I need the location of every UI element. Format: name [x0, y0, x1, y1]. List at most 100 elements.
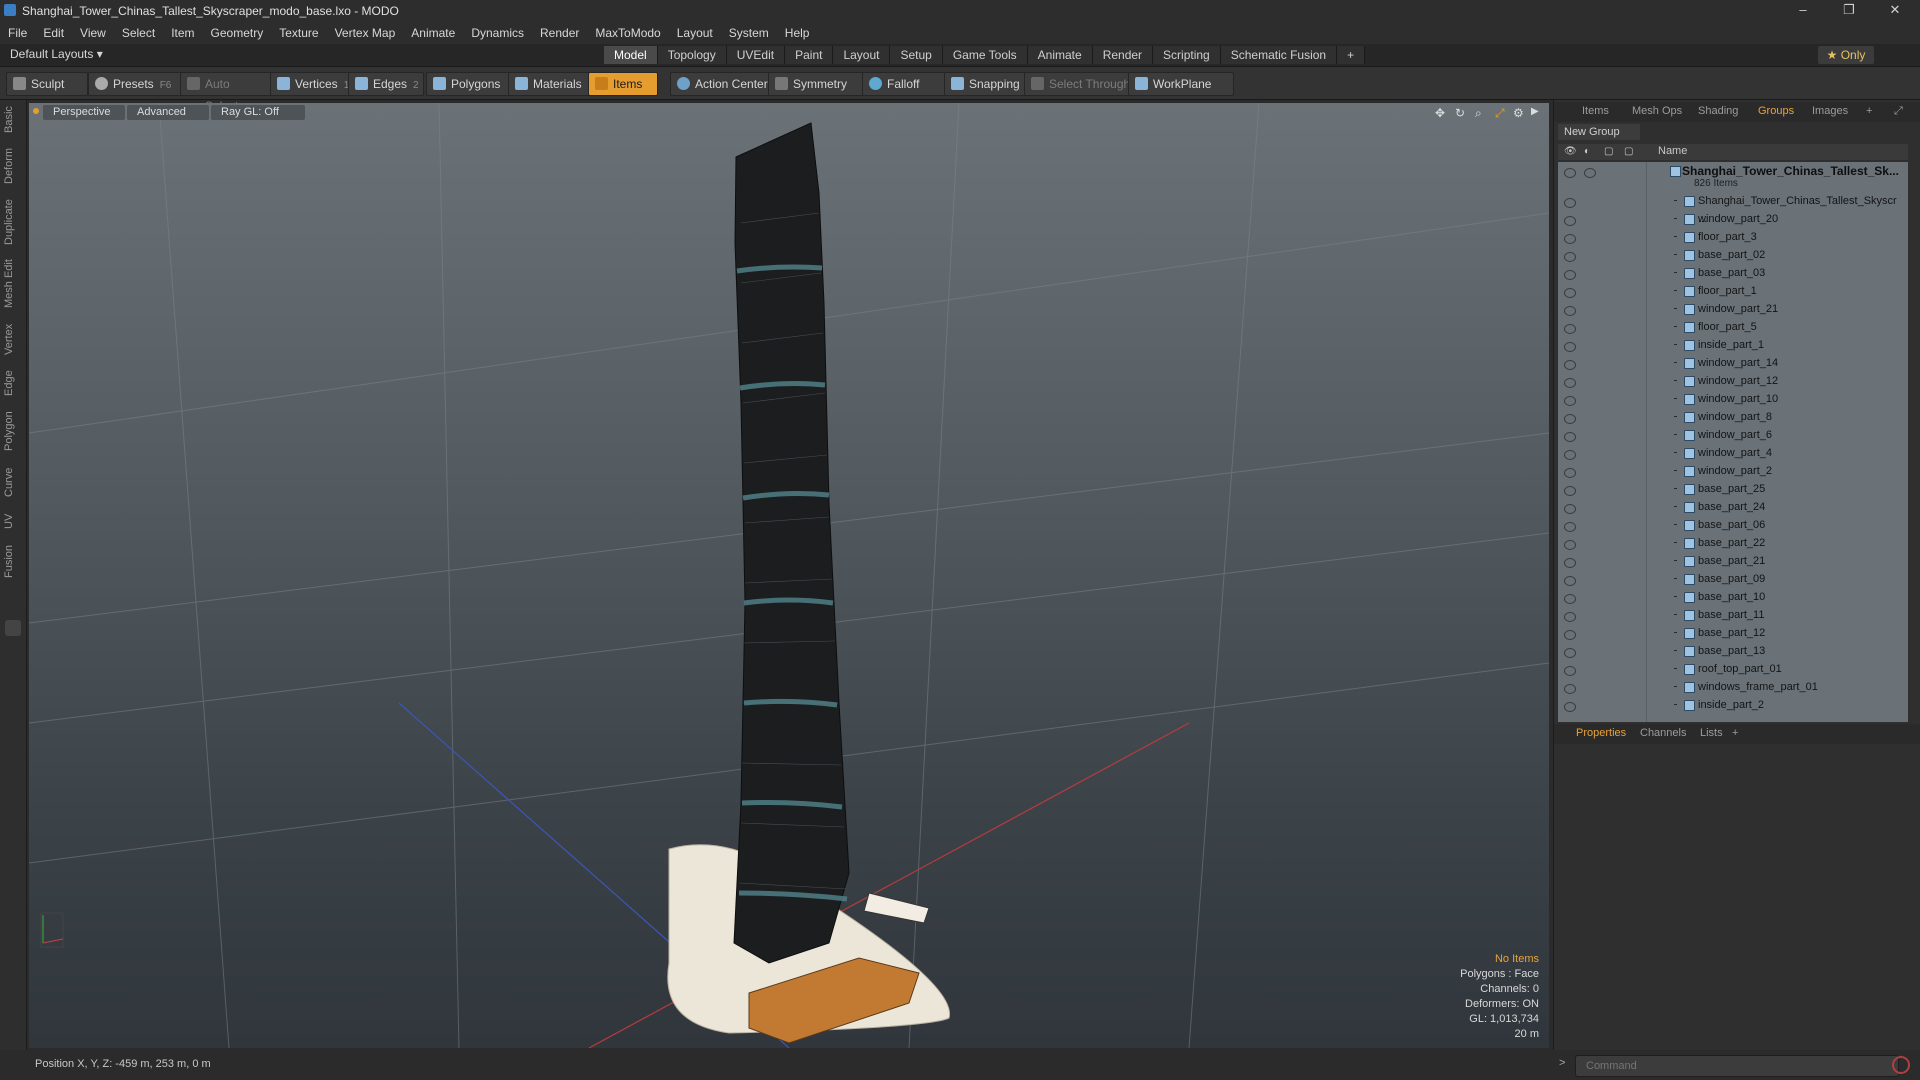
menu-texture[interactable]: Texture: [271, 22, 326, 44]
list-item[interactable]: floor_part_3: [1558, 228, 1908, 246]
restore-button[interactable]: ❐: [1826, 0, 1872, 22]
list-item[interactable]: window_part_10: [1558, 390, 1908, 408]
eye-icon[interactable]: [1564, 288, 1576, 298]
shading-dropdown[interactable]: Advanced: [127, 105, 209, 120]
tab-deform[interactable]: Deform: [3, 144, 23, 188]
eye-icon[interactable]: [1564, 414, 1576, 424]
close-button[interactable]: ✕: [1872, 0, 1918, 22]
eye-icon[interactable]: [1564, 216, 1576, 226]
list-item[interactable]: inside_part_1: [1558, 336, 1908, 354]
eye-icon[interactable]: [1564, 684, 1576, 694]
menu-help[interactable]: Help: [777, 22, 818, 44]
tab-properties[interactable]: Properties: [1576, 727, 1626, 739]
command-input[interactable]: [1575, 1055, 1899, 1077]
menu-animate[interactable]: Animate: [403, 22, 463, 44]
eye-icon[interactable]: [1564, 306, 1576, 316]
tab-vertex[interactable]: Vertex: [3, 318, 23, 360]
rotate-icon[interactable]: ↻: [1455, 106, 1465, 120]
menu-item[interactable]: Item: [163, 22, 202, 44]
menu-select[interactable]: Select: [114, 22, 163, 44]
render-icon[interactable]: [1584, 168, 1596, 178]
list-item[interactable]: window_part_2: [1558, 462, 1908, 480]
list-item[interactable]: window_part_6: [1558, 426, 1908, 444]
render-column-icon[interactable]: ◐: [1584, 146, 1590, 157]
list-item[interactable]: window_part_20: [1558, 210, 1908, 228]
eye-icon[interactable]: [1564, 234, 1576, 244]
viewport-options-icon[interactable]: [33, 108, 39, 114]
list-item[interactable]: roof_top_part_01: [1558, 660, 1908, 678]
settings-icon[interactable]: ⚙: [1513, 106, 1524, 120]
zoom-icon[interactable]: ⌕: [1475, 106, 1482, 121]
eye-icon[interactable]: [1564, 252, 1576, 262]
menu-maxtomodo[interactable]: MaxToModo: [587, 22, 668, 44]
list-item[interactable]: base_part_22: [1558, 534, 1908, 552]
list-item[interactable]: Shanghai_Tower_Chinas_Tallest_Skyscr ...: [1558, 192, 1908, 225]
edges-button[interactable]: Edges 2: [348, 72, 424, 96]
list-item[interactable]: windows_frame_part_01: [1558, 678, 1908, 696]
menu-geometry[interactable]: Geometry: [203, 22, 272, 44]
list-item[interactable]: base_part_02: [1558, 246, 1908, 264]
new-group-button[interactable]: New Group: [1558, 124, 1640, 140]
list-item[interactable]: base_part_12: [1558, 624, 1908, 642]
tab-curve[interactable]: Curve: [3, 462, 23, 502]
tab-lists[interactable]: Lists: [1700, 727, 1723, 739]
menu-edit[interactable]: Edit: [35, 22, 72, 44]
tab-shading[interactable]: Shading: [1698, 105, 1738, 117]
tab-images[interactable]: Images: [1812, 105, 1848, 117]
eye-icon[interactable]: [1564, 648, 1576, 658]
sculpt-button[interactable]: Sculpt: [6, 72, 88, 96]
tab-paint[interactable]: Paint: [785, 46, 834, 64]
list-item[interactable]: window_part_12: [1558, 372, 1908, 390]
eye-icon[interactable]: [1564, 594, 1576, 604]
eye-icon[interactable]: [1564, 450, 1576, 460]
command-history-icon[interactable]: [1892, 1056, 1910, 1074]
list-item[interactable]: floor_part_5: [1558, 318, 1908, 336]
tab-model[interactable]: Model: [604, 46, 658, 64]
tab-edge[interactable]: Edge: [3, 366, 23, 400]
eye-icon[interactable]: [1564, 270, 1576, 280]
eye-icon[interactable]: [1564, 468, 1576, 478]
tab-animate[interactable]: Animate: [1027, 46, 1093, 64]
items-button[interactable]: Items: [588, 72, 658, 96]
maximize-icon[interactable]: ⤢: [1894, 105, 1903, 118]
list-item[interactable]: base_part_11: [1558, 606, 1908, 624]
add-panel-tab[interactable]: +: [1866, 105, 1872, 117]
3d-viewport[interactable]: Perspective Advanced Ray GL: Off ✥ ↻ ⌕ ⤢…: [29, 103, 1549, 1048]
eye-icon[interactable]: [1564, 432, 1576, 442]
add-tab-button[interactable]: +: [1337, 46, 1366, 64]
menu-view[interactable]: View: [72, 22, 114, 44]
add-properties-tab[interactable]: +: [1732, 727, 1738, 739]
list-item[interactable]: base_part_06: [1558, 516, 1908, 534]
symmetry-button[interactable]: Symmetry: [768, 72, 872, 96]
list-item[interactable]: window_part_8: [1558, 408, 1908, 426]
tab-items[interactable]: Items: [1582, 105, 1609, 117]
tab-topology[interactable]: Topology: [657, 46, 727, 64]
eye-icon[interactable]: [1564, 504, 1576, 514]
eye-icon[interactable]: [1564, 540, 1576, 550]
raygl-toggle[interactable]: Ray GL: Off: [211, 105, 305, 120]
menu-dynamics[interactable]: Dynamics: [463, 22, 532, 44]
tab-schematic-fusion[interactable]: Schematic Fusion: [1220, 46, 1338, 64]
eye-icon[interactable]: [1564, 378, 1576, 388]
tab-uvedit[interactable]: UVEdit: [726, 46, 786, 64]
tab-polygon[interactable]: Polygon: [3, 406, 23, 456]
tab-mesh-edit[interactable]: Mesh Edit: [3, 256, 23, 312]
list-item[interactable]: inside_part_2: [1558, 696, 1908, 714]
menu-render[interactable]: Render: [532, 22, 587, 44]
eye-icon[interactable]: [1564, 630, 1576, 640]
default-layouts-dropdown[interactable]: Default Layouts ▾: [10, 47, 103, 61]
list-item[interactable]: window_part_14: [1558, 354, 1908, 372]
tab-basic[interactable]: Basic: [3, 104, 23, 136]
list-item[interactable]: base_part_24: [1558, 498, 1908, 516]
tab-fusion[interactable]: Fusion: [3, 540, 23, 582]
vertices-button[interactable]: Vertices 1: [270, 72, 352, 96]
menu-vertex-map[interactable]: Vertex Map: [327, 22, 404, 44]
eye-icon[interactable]: [1564, 396, 1576, 406]
chevron-right-icon[interactable]: ▶: [1531, 106, 1539, 117]
falloff-button[interactable]: Falloff: [862, 72, 954, 96]
eye-icon[interactable]: [1564, 666, 1576, 676]
list-item[interactable]: base_part_10: [1558, 588, 1908, 606]
list-item[interactable]: base_part_03: [1558, 264, 1908, 282]
menu-system[interactable]: System: [721, 22, 777, 44]
list-item[interactable]: base_part_21: [1558, 552, 1908, 570]
